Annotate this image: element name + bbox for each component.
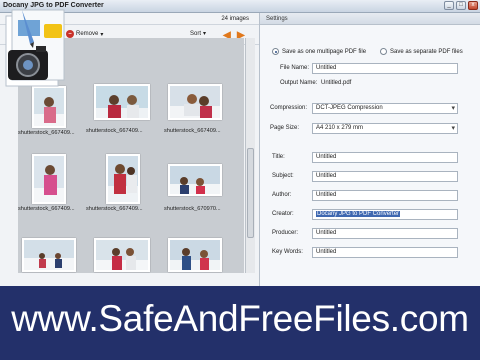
remove-button[interactable]: – Remove ▾ bbox=[66, 30, 103, 38]
watermark-text: www.SafeAndFreeFiles.com bbox=[11, 298, 469, 339]
title-bar[interactable]: Docany JPG to PDF Converter _ □ x bbox=[0, 0, 480, 13]
radio-button[interactable] bbox=[380, 48, 387, 55]
creator-selected-text: Docany JPG to PDF Converter bbox=[316, 211, 401, 217]
radio-button-selected[interactable] bbox=[272, 48, 279, 55]
thumbnail-photo bbox=[22, 238, 76, 272]
thumbnail-caption: shutterstock_667409... bbox=[164, 128, 221, 134]
thumbnail-photo bbox=[106, 154, 140, 204]
producer-input[interactable]: Untitled bbox=[312, 228, 458, 239]
radio-multipage[interactable]: Save as one multipage PDF file bbox=[272, 48, 366, 55]
chevron-down-icon: ▾ bbox=[203, 31, 207, 37]
settings-title: Settings bbox=[266, 16, 288, 22]
thumbnail-caption: shutterstock_670970... bbox=[164, 206, 221, 212]
title-label: Title: bbox=[272, 154, 285, 160]
scrollbar-thumb[interactable] bbox=[247, 148, 254, 238]
subject-input[interactable]: Untitled bbox=[312, 171, 458, 182]
thumbnail-photo bbox=[94, 84, 150, 120]
output-name-value: Untitled.pdf bbox=[321, 80, 352, 86]
page-size-label: Page Size: bbox=[270, 125, 300, 131]
radio-separate-label: Save as separate PDF files bbox=[390, 48, 463, 55]
compression-label: Compression: bbox=[270, 105, 308, 111]
window-controls: _ □ x bbox=[444, 1, 478, 10]
file-name-label: File Name: bbox=[280, 65, 310, 71]
sort-button[interactable]: Sort ▾ bbox=[190, 30, 207, 38]
thumbnail-photo bbox=[32, 154, 66, 204]
radio-multipage-label: Save as one multipage PDF file bbox=[282, 48, 367, 55]
thumbnail-photo bbox=[168, 238, 222, 272]
subject-label: Subject: bbox=[272, 173, 294, 179]
settings-header: Settings bbox=[260, 13, 480, 25]
page-size-select[interactable]: A4 210 x 279 mm bbox=[312, 123, 458, 134]
thumbnail-photo bbox=[94, 238, 150, 272]
author-label: Author: bbox=[272, 192, 292, 198]
app-logo-icon bbox=[5, 9, 65, 87]
creator-label: Creator: bbox=[272, 211, 294, 217]
radio-separate[interactable]: Save as separate PDF files bbox=[380, 48, 463, 55]
thumbnail-scrollbar[interactable] bbox=[245, 38, 255, 273]
maximize-button[interactable]: □ bbox=[456, 1, 466, 10]
thumbnail-photo bbox=[168, 84, 222, 120]
page-size-value: A4 210 x 279 mm bbox=[316, 125, 364, 131]
title-input[interactable]: Untitled bbox=[312, 152, 458, 163]
keywords-input[interactable]: Untitled bbox=[312, 247, 458, 258]
compression-value: DCT-JPEG Compression bbox=[316, 105, 383, 111]
thumbnail-photo bbox=[32, 86, 66, 128]
images-count: 24 images bbox=[221, 16, 249, 22]
compression-select[interactable]: DCT-JPEG Compression bbox=[312, 103, 458, 114]
close-button[interactable]: x bbox=[468, 1, 478, 10]
keywords-label: Key Words: bbox=[272, 249, 303, 255]
thumbnail-caption: shutterstock_667409... bbox=[18, 206, 75, 212]
settings-panel: Settings Save as one multipage PDF file … bbox=[259, 13, 480, 286]
file-name-input[interactable]: Untitled bbox=[312, 63, 458, 74]
thumbnail-photo bbox=[168, 164, 222, 196]
producer-label: Producer: bbox=[272, 230, 299, 236]
remove-label: Remove bbox=[76, 31, 99, 37]
thumbnail-caption: shutterstock_667409... bbox=[86, 128, 143, 134]
author-input[interactable]: Untitled bbox=[312, 190, 458, 201]
minimize-button[interactable]: _ bbox=[444, 1, 454, 10]
watermark-banner: www.SafeAndFreeFiles.com bbox=[0, 286, 480, 360]
sort-label: Sort bbox=[190, 30, 202, 37]
chevron-down-icon: ▾ bbox=[100, 31, 104, 38]
output-name-label: Output Name: bbox=[280, 80, 318, 86]
thumbnail-caption: shutterstock_667409... bbox=[18, 130, 75, 136]
app-window: Docany JPG to PDF Converter _ □ x 24 ima… bbox=[0, 0, 480, 286]
thumbnail-caption: shutterstock_667409... bbox=[86, 206, 143, 212]
creator-input[interactable]: Docany JPG to PDF Converter bbox=[312, 209, 458, 220]
